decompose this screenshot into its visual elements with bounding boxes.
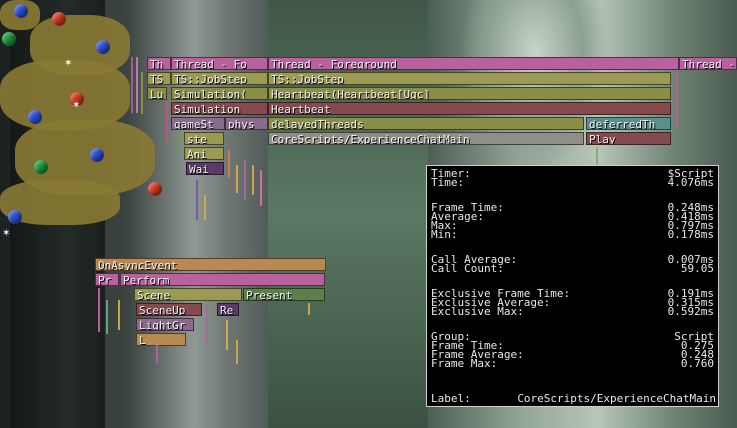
call-count-row: Call Count: 59.05 [431, 262, 714, 275]
time-row: Time: 4.076ms [431, 176, 714, 189]
profiler-bar[interactable]: phys [225, 117, 268, 130]
profiler-tick [106, 300, 108, 334]
profiler-bar[interactable]: Heartbeat [268, 102, 671, 115]
profiler-tick [244, 160, 246, 200]
profiler-tick [236, 340, 238, 364]
profiler-bar[interactable]: Ani [184, 147, 224, 160]
profiler-bar[interactable]: delayedThreads [268, 117, 584, 130]
profiler-tick [136, 57, 138, 113]
ornament [90, 148, 104, 162]
profiler-bar[interactable]: Re [217, 303, 239, 316]
ornament [148, 182, 162, 196]
profiler-bar[interactable]: TS::JobStep [268, 72, 671, 85]
profiler-tick [166, 102, 168, 142]
min-value: 0.178ms [667, 228, 714, 241]
profiler-tick [204, 195, 206, 220]
profiler-bar[interactable]: Play [586, 132, 671, 145]
sparkle-icon: ✶ [64, 58, 73, 69]
label-value: CoreScripts/ExperienceChatMain [517, 392, 716, 405]
profiler-bar[interactable]: OnAsyncEvent [95, 258, 326, 271]
group-frame-max-value: 0.760 [680, 357, 714, 370]
profiler-bar[interactable]: L [136, 333, 186, 346]
profiler-bar[interactable]: Thread - Fo [171, 57, 268, 70]
profiler-tick [228, 150, 230, 178]
profiler-tick [596, 147, 598, 165]
profiler-tick [178, 132, 180, 150]
profiler-bar[interactable]: Lu [147, 87, 167, 100]
profiler-bar[interactable]: Simulation( [171, 87, 268, 100]
profiler-tick [206, 305, 208, 345]
call-count-value: 59.05 [680, 262, 714, 275]
profiler-bar[interactable]: ste [184, 132, 224, 145]
profiler-bar[interactable]: deferredTh [586, 117, 671, 130]
profiler-bar[interactable]: SceneUp [136, 303, 202, 316]
ornament [14, 4, 28, 18]
profiler-bar[interactable]: CoreScripts/ExperienceChatMain [268, 132, 584, 145]
ornament [28, 110, 42, 124]
profiler-bar[interactable]: Perform [120, 273, 325, 286]
profiler-bar[interactable]: TS [147, 72, 171, 85]
ornament [34, 160, 48, 174]
timer-detail-panel: Timer: $Script Time: 4.076ms Frame Time: 0.… [426, 165, 719, 407]
min-row: Min: 0.178ms [431, 228, 714, 241]
sparkle-icon: ✶ [72, 100, 81, 111]
excl-max-value: 0.592ms [667, 305, 714, 318]
ornament [96, 40, 110, 54]
profiler-bar[interactable]: Pr [95, 273, 119, 286]
profiler-bar[interactable]: gameSt [171, 117, 225, 130]
profiler-bar[interactable]: Present [243, 288, 325, 301]
call-count-label: Call Count: [431, 262, 504, 275]
label-key: Label: [431, 392, 471, 405]
profiler-bar[interactable]: Wai [186, 162, 224, 175]
profiler-bar[interactable]: Simulation [171, 102, 268, 115]
profiler-bar[interactable]: LightGr [136, 318, 194, 331]
profiler-tick [260, 170, 262, 206]
excl-max-row: Exclusive Max: 0.592ms [431, 305, 714, 318]
christmas-tree: ✶ ✶ ✶ [0, 0, 162, 240]
group-frame-max-row: Frame Max: 0.760 [431, 357, 714, 370]
excl-max-label: Exclusive Max: [431, 305, 524, 318]
group-frame-max-label: Frame Max: [431, 357, 498, 370]
ornament [2, 32, 16, 46]
ornament [52, 12, 66, 26]
profiler-tick [141, 72, 143, 114]
profiler-tick [676, 72, 678, 128]
profiler-tick [226, 320, 228, 350]
profiler-bar[interactable]: Thread - [679, 57, 737, 70]
profiler-bar[interactable]: Thread - Foreground [268, 57, 679, 70]
profiler-tick [308, 303, 310, 315]
min-label: Min: [431, 228, 458, 241]
profiler-bar[interactable]: Heartbeat(Heartbeat[Ugc] [268, 87, 671, 100]
profiler-bar[interactable]: TS::JobStep [171, 72, 268, 85]
profiler-bar[interactable]: Th [147, 57, 171, 70]
time-label: Time: [431, 176, 465, 189]
profiler-bar[interactable]: Scene [134, 288, 242, 301]
profiler-tick [118, 300, 120, 330]
time-value: 4.076ms [667, 176, 714, 189]
profiler-tick [236, 165, 238, 193]
sparkle-icon: ✶ [2, 228, 11, 239]
profiler-tick [98, 288, 100, 332]
profiler-tick [156, 345, 158, 363]
label-row: Label: CoreScripts/ExperienceChatMain [431, 392, 716, 405]
profiler-tick [131, 57, 133, 113]
profiler-tick [252, 165, 254, 195]
profiler-tick [196, 180, 198, 220]
ornament [8, 210, 22, 224]
